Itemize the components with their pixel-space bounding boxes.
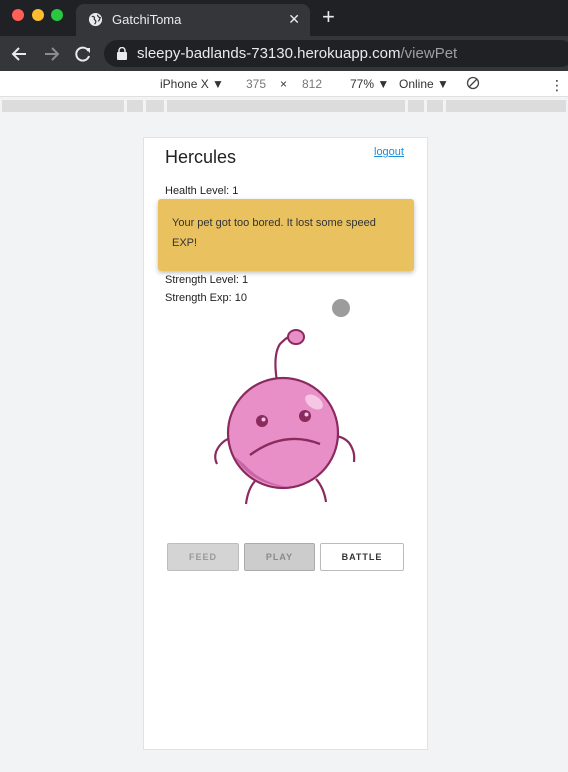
dimension-separator: × (280, 77, 288, 91)
globe-icon (88, 12, 103, 27)
device-toolbar: iPhone X ▼ 375 × 812 77% ▼ Online ▼ ⋮ (0, 71, 568, 97)
device-select[interactable]: iPhone X ▼ (160, 77, 224, 91)
media-query-bar (0, 97, 568, 117)
browser-toolbar: sleepy-badlands-73130.herokuapp.com/view… (0, 36, 568, 71)
browser-tab[interactable]: GatchiToma ✕ (76, 4, 310, 36)
address-bar[interactable]: sleepy-badlands-73130.herokuapp.com/view… (104, 40, 568, 67)
minimize-window-button[interactable] (32, 9, 44, 21)
strength-exp-stat: Strength Exp: 10 (165, 292, 247, 304)
status-dot (332, 299, 350, 317)
feed-button[interactable]: FEED (167, 543, 239, 571)
browser-tab-strip: GatchiToma ✕ + (0, 0, 568, 36)
viewport-height-input[interactable]: 812 (302, 77, 322, 91)
network-throttle-select[interactable]: Online ▼ (399, 77, 449, 91)
media-query-segment[interactable] (408, 100, 424, 112)
media-query-segment[interactable] (446, 100, 566, 112)
rotate-icon[interactable] (466, 76, 480, 90)
maximize-window-button[interactable] (51, 9, 63, 21)
strength-level-stat: Strength Level: 1 (165, 274, 249, 286)
logout-link[interactable]: logout (374, 146, 404, 158)
media-query-segment[interactable] (167, 100, 405, 112)
battle-button[interactable]: BATTLE (320, 543, 404, 571)
health-level-stat: Health Level: 1 (165, 185, 239, 197)
new-tab-button[interactable]: + (322, 6, 335, 28)
url-host: sleepy-badlands-73130.herokuapp.com (137, 45, 401, 62)
notification-toast[interactable]: Your pet got too bored. It lost some spe… (158, 199, 414, 271)
pet-character-image (214, 329, 356, 505)
url-text[interactable]: sleepy-badlands-73130.herokuapp.com/view… (137, 45, 457, 62)
play-button[interactable]: PLAY (244, 543, 315, 571)
close-window-button[interactable] (12, 9, 24, 21)
tab-title: GatchiToma (112, 12, 182, 27)
more-options-icon[interactable]: ⋮ (550, 77, 564, 94)
zoom-select[interactable]: 77% ▼ (350, 77, 389, 91)
reload-icon[interactable] (72, 43, 94, 65)
media-query-segment[interactable] (127, 100, 143, 112)
viewport-width-input[interactable]: 375 (246, 77, 266, 91)
media-query-segment[interactable] (427, 100, 443, 112)
pet-name-heading: Hercules (165, 147, 237, 167)
url-path: /viewPet (400, 45, 458, 62)
forward-arrow-icon[interactable] (40, 43, 62, 65)
back-arrow-icon[interactable] (9, 43, 31, 65)
media-query-segment[interactable] (2, 100, 124, 112)
tab-close-icon[interactable]: ✕ (288, 10, 300, 28)
pet-page: Hercules logout Health Level: 1 Strength… (143, 137, 428, 750)
lock-icon (117, 47, 127, 60)
device-viewport: Hercules logout Health Level: 1 Strength… (0, 117, 568, 772)
media-query-segment[interactable] (146, 100, 164, 112)
